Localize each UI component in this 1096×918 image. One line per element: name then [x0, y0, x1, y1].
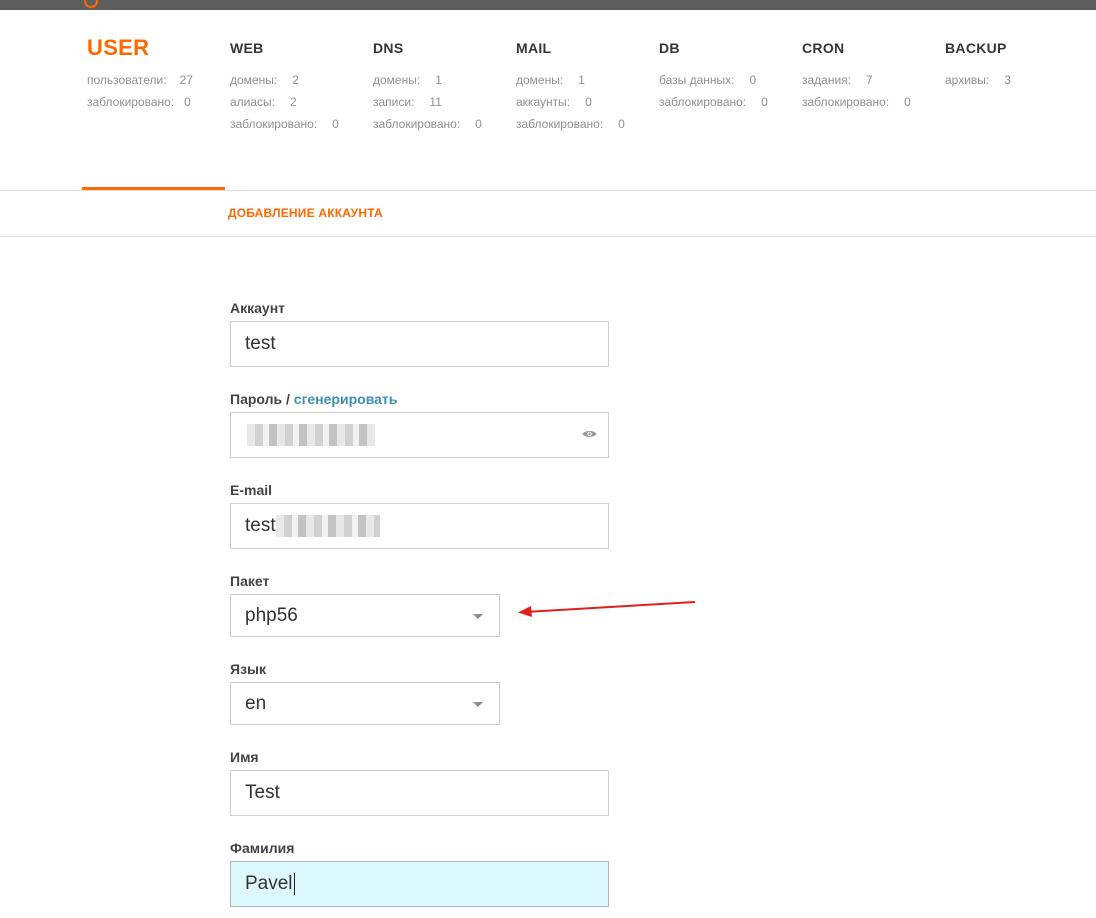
eye-icon[interactable] [582, 429, 597, 439]
tab-cron[interactable]: CRON задания: 7 заблокировано: 0 [802, 36, 945, 113]
tab-stat: заблокировано: 0 [373, 117, 482, 131]
tab-title: CRON [802, 40, 845, 56]
tab-dns[interactable]: DNS домены: 1 записи: 11 заблокировано: 0 [373, 36, 516, 135]
redacted-password [247, 423, 375, 446]
email-input[interactable]: test [230, 503, 609, 549]
tab-stat: базы данных: 0 [659, 73, 757, 87]
tab-title: MAIL [516, 40, 552, 56]
divider [0, 190, 1096, 191]
tab-stat: заблокировано: 0 [516, 117, 625, 131]
account-value: test [245, 333, 276, 354]
language-label: Язык [230, 661, 266, 677]
generate-password-link[interactable]: сгенерировать [294, 391, 398, 407]
tab-stat: заблокировано: 0 [230, 117, 339, 131]
first-name-input[interactable]: Test [230, 770, 609, 816]
tab-user[interactable]: USER пользователи: 27 заблокировано: 0 [87, 36, 230, 113]
text-cursor [293, 872, 295, 895]
tab-stat: задания: 7 [802, 73, 873, 87]
tab-stat: алиасы: 2 [230, 95, 297, 109]
account-input[interactable]: test [230, 321, 609, 367]
package-label: Пакет [230, 573, 270, 589]
tab-title: DB [659, 40, 680, 56]
redacted-email [275, 514, 380, 537]
top-bar [0, 0, 1096, 10]
tab-stat: домены: 1 [373, 73, 442, 87]
tab-stat: домены: 2 [230, 73, 299, 87]
chevron-down-icon [473, 614, 483, 619]
divider [0, 236, 1096, 237]
language-select[interactable]: en [230, 682, 500, 725]
package-value: php56 [245, 605, 298, 626]
last-name-label: Фамилия [230, 840, 295, 856]
tab-title: USER [87, 35, 150, 60]
tab-db[interactable]: DB базы данных: 0 заблокировано: 0 [659, 36, 802, 113]
password-label: Пароль / сгенерировать [230, 391, 398, 407]
first-name-value: Test [245, 782, 280, 803]
first-name-label: Имя [230, 749, 259, 765]
last-name-value: Pavel [245, 873, 293, 894]
tab-stat: заблокировано: 0 [87, 95, 191, 109]
chevron-down-icon [473, 702, 483, 707]
email-label: E-mail [230, 482, 273, 498]
tab-stat: записи: 11 [373, 95, 442, 109]
tab-stat: заблокировано: 0 [659, 95, 768, 109]
last-name-input[interactable]: Pavel [230, 861, 609, 907]
tab-stat: аккаунты: 0 [516, 95, 592, 109]
tab-mail[interactable]: MAIL домены: 1 аккаунты: 0 заблокировано: 0 [516, 36, 659, 135]
tab-stat: пользователи: 27 [87, 73, 193, 87]
tab-stat: домены: 1 [516, 73, 585, 87]
tab-backup[interactable]: BACKUP архивы: 3 [945, 36, 1088, 91]
tab-title: DNS [373, 40, 404, 56]
tab-title: WEB [230, 40, 264, 56]
red-arrow-annotation [518, 601, 696, 617]
email-value: test [245, 515, 276, 536]
package-select[interactable]: php56 [230, 594, 500, 637]
tab-stat: заблокировано: 0 [802, 95, 911, 109]
password-input[interactable] [230, 412, 609, 458]
language-value: en [245, 693, 267, 714]
logo-icon[interactable] [84, 0, 98, 8]
tab-web[interactable]: WEB домены: 2 алиасы: 2 заблокировано: 0 [230, 36, 373, 135]
tab-stat: архивы: 3 [945, 73, 1011, 87]
tab-title: BACKUP [945, 40, 1007, 56]
subtab-add-account[interactable]: ДОБАВЛЕНИЕ АККАУНТА [228, 206, 383, 220]
account-label: Аккаунт [230, 300, 286, 316]
